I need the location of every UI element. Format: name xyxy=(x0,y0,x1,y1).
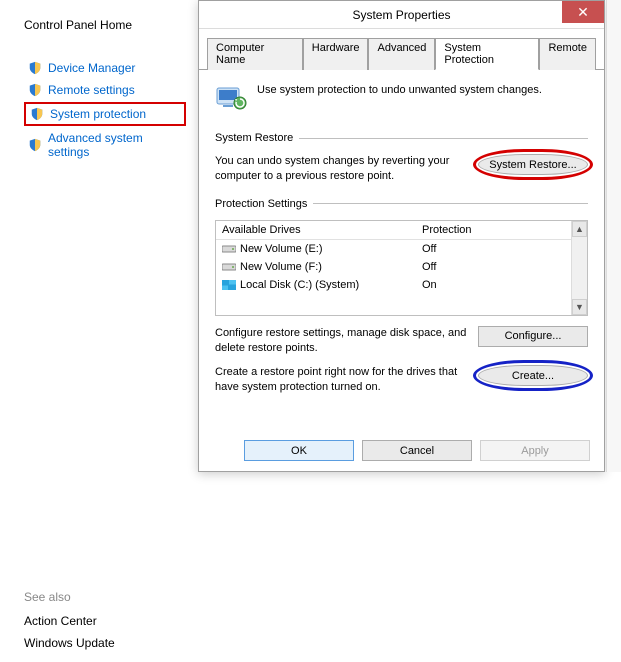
drives-header-row: Available Drives Protection xyxy=(216,221,571,240)
divider xyxy=(299,138,588,139)
group-title-restore: System Restore xyxy=(215,132,588,144)
nav-item-device-manager[interactable]: Device Manager xyxy=(24,58,186,78)
hdd-icon xyxy=(222,244,236,254)
nav-list: Device Manager Remote settings System pr… xyxy=(24,58,186,162)
tab-remote[interactable]: Remote xyxy=(539,38,596,70)
shield-icon xyxy=(30,107,44,121)
system-protection-icon xyxy=(215,82,247,114)
close-button[interactable]: ✕ xyxy=(562,1,604,23)
drive-row[interactable]: Local Disk (C:) (System) On xyxy=(216,276,571,294)
protection-settings-group: Protection Settings Available Drives Pro… xyxy=(215,198,588,395)
intro-text: Use system protection to undo unwanted s… xyxy=(257,82,542,96)
tab-advanced[interactable]: Advanced xyxy=(368,38,435,70)
see-also-action-center[interactable]: Action Center xyxy=(24,614,115,628)
control-panel-sidebar: Control Panel Home Device Manager Remote… xyxy=(0,0,198,164)
configure-row: Configure restore settings, manage disk … xyxy=(215,326,588,356)
restore-description: You can undo system changes by reverting… xyxy=(215,154,470,184)
group-label: Protection Settings xyxy=(215,198,307,210)
hdd-icon xyxy=(222,262,236,272)
nav-item-advanced-settings[interactable]: Advanced system settings xyxy=(24,128,186,162)
scroll-down-button[interactable]: ▼ xyxy=(572,299,587,315)
scroll-up-button[interactable]: ▲ xyxy=(572,221,587,237)
intro-row: Use system protection to undo unwanted s… xyxy=(215,82,588,114)
windows-drive-icon xyxy=(222,280,236,290)
configure-description: Configure restore settings, manage disk … xyxy=(215,326,470,356)
system-restore-group: System Restore You can undo system chang… xyxy=(215,132,588,184)
apply-button[interactable]: Apply xyxy=(480,440,590,461)
scrollbar[interactable]: ▲ ▼ xyxy=(571,221,587,315)
configure-button[interactable]: Configure... xyxy=(478,326,588,347)
tab-body: Use system protection to undo unwanted s… xyxy=(199,70,604,417)
see-also-heading: See also xyxy=(24,590,115,604)
ok-button[interactable]: OK xyxy=(244,440,354,461)
create-row: Create a restore point right now for the… xyxy=(215,365,588,395)
dialog-title: System Properties xyxy=(352,8,450,22)
nav-link[interactable]: System protection xyxy=(50,107,146,121)
group-label: System Restore xyxy=(215,132,293,144)
create-button[interactable]: Create... xyxy=(478,365,588,386)
drive-name: Local Disk (C:) (System) xyxy=(240,279,359,291)
col-protection: Protection xyxy=(416,221,571,239)
create-description: Create a restore point right now for the… xyxy=(215,365,470,395)
tab-system-protection[interactable]: System Protection xyxy=(435,38,539,70)
nav-link[interactable]: Device Manager xyxy=(48,61,135,75)
tab-computer-name[interactable]: Computer Name xyxy=(207,38,303,70)
drive-status: On xyxy=(416,276,571,294)
see-also-windows-update[interactable]: Windows Update xyxy=(24,636,115,650)
tabstrip: Computer Name Hardware Advanced System P… xyxy=(199,29,604,70)
control-panel-home-heading: Control Panel Home xyxy=(24,18,186,32)
scroll-track[interactable] xyxy=(572,237,587,299)
divider xyxy=(313,203,588,204)
nav-link[interactable]: Remote settings xyxy=(48,83,135,97)
right-edge-crop xyxy=(606,0,621,472)
system-properties-dialog: System Properties ✕ Computer Name Hardwa… xyxy=(198,0,605,472)
shield-icon xyxy=(28,61,42,75)
shield-icon xyxy=(28,138,42,152)
col-available-drives: Available Drives xyxy=(216,221,416,239)
nav-link[interactable]: Advanced system settings xyxy=(48,131,182,159)
drive-name: New Volume (E:) xyxy=(240,243,323,255)
tab-hardware[interactable]: Hardware xyxy=(303,38,369,70)
drive-name: New Volume (F:) xyxy=(240,261,322,273)
drive-status: Off xyxy=(416,240,571,258)
nav-item-remote-settings[interactable]: Remote settings xyxy=(24,80,186,100)
nav-item-system-protection[interactable]: System protection xyxy=(24,102,186,126)
drive-row[interactable]: New Volume (E:) Off xyxy=(216,240,571,258)
system-restore-button[interactable]: System Restore... xyxy=(478,154,588,175)
shield-icon xyxy=(28,83,42,97)
drives-listbox[interactable]: Available Drives Protection New Volume (… xyxy=(215,220,588,316)
group-title-protection: Protection Settings xyxy=(215,198,588,210)
drives-list: Available Drives Protection New Volume (… xyxy=(216,221,571,315)
cancel-button[interactable]: Cancel xyxy=(362,440,472,461)
drive-status: Off xyxy=(416,258,571,276)
drive-row[interactable]: New Volume (F:) Off xyxy=(216,258,571,276)
dialog-button-row: OK Cancel Apply xyxy=(244,440,590,461)
titlebar[interactable]: System Properties ✕ xyxy=(199,1,604,29)
close-icon: ✕ xyxy=(577,4,589,21)
see-also-section: See also Action Center Windows Update xyxy=(24,590,115,658)
